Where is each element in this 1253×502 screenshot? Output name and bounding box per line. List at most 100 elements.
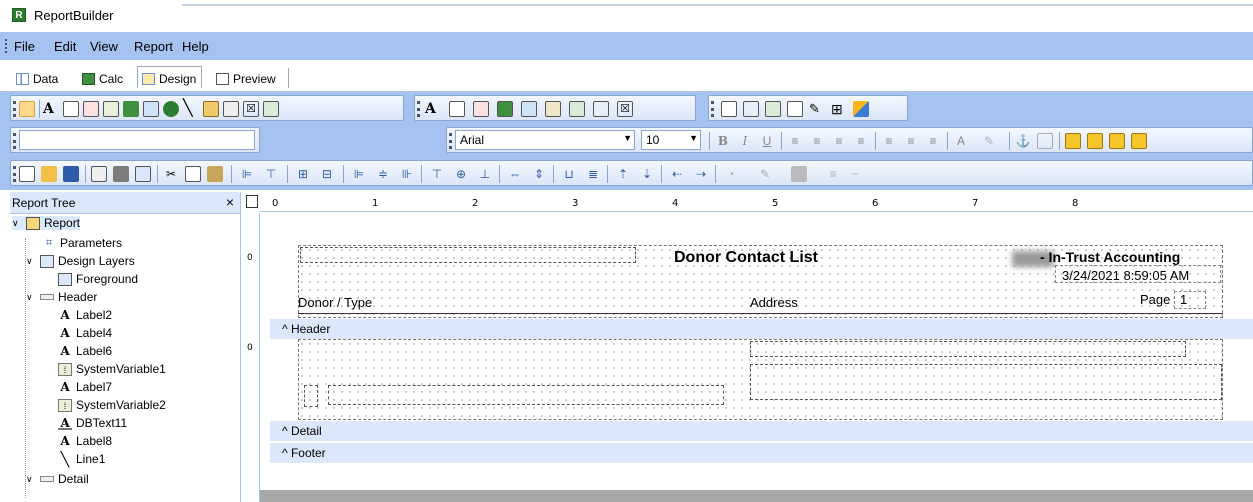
header-band-bar[interactable]: ^ Header: [270, 319, 1253, 339]
toolbar-grip[interactable]: [13, 133, 16, 149]
system-variable-tool-icon[interactable]: [103, 101, 119, 117]
tree-node-label2[interactable]: A Label2: [58, 308, 112, 322]
dbbarcode-tool-icon[interactable]: [545, 101, 561, 117]
copy-icon[interactable]: [185, 166, 201, 182]
toolbar-grip[interactable]: [13, 101, 16, 117]
barcode-tool-icon[interactable]: [223, 101, 239, 117]
align-left-icon[interactable]: ≡: [787, 133, 803, 149]
paint-box-tool-icon[interactable]: [787, 101, 803, 117]
map-tool-icon[interactable]: [853, 101, 869, 117]
align-center-icon[interactable]: ≡: [809, 133, 825, 149]
tab-preview[interactable]: Preview: [212, 66, 281, 88]
richtext-tool-icon[interactable]: [83, 101, 99, 117]
detail-field-donor[interactable]: [328, 385, 724, 405]
anchor-top-icon[interactable]: ≡: [881, 133, 897, 149]
chevron-down-icon[interactable]: ∨: [26, 292, 36, 303]
detail-band-bar[interactable]: ^ Detail: [270, 421, 1253, 441]
line-tool-icon[interactable]: ╲: [183, 101, 199, 117]
save-icon[interactable]: [63, 166, 79, 182]
tree-node-foreground[interactable]: Foreground: [58, 272, 138, 286]
close-icon[interactable]: ×: [226, 194, 234, 210]
datetime-variable[interactable]: 3/24/2021 8:59:05 AM: [1062, 268, 1189, 283]
print-icon[interactable]: [113, 166, 129, 182]
tree-node-label4[interactable]: A Label4: [58, 326, 112, 340]
menu-edit[interactable]: Edit: [54, 39, 76, 54]
line-style-icon[interactable]: ┄: [847, 166, 863, 182]
paste-icon[interactable]: [207, 166, 223, 182]
align-top-edges-icon[interactable]: ⊤: [429, 166, 445, 182]
underline-icon[interactable]: U: [759, 133, 775, 149]
make-same-height-icon[interactable]: ≣: [585, 166, 601, 182]
tab-design[interactable]: Design: [137, 66, 203, 88]
chevron-down-icon[interactable]: ∨: [26, 256, 36, 267]
align-horizontal-centers-icon[interactable]: ≑: [375, 166, 391, 182]
align-tops-icon[interactable]: ⊤: [263, 166, 279, 182]
make-same-width-icon[interactable]: ⊔: [561, 166, 577, 182]
font-color-icon[interactable]: A: [953, 133, 969, 149]
table-grid-tool-icon[interactable]: ⊞: [831, 101, 847, 117]
tree-node-label8[interactable]: A Label8: [58, 434, 112, 448]
bold-icon[interactable]: B: [715, 133, 731, 149]
chevron-down-icon[interactable]: ∨: [26, 474, 36, 485]
align-left-edges-icon[interactable]: ⊫: [351, 166, 367, 182]
anchor-middle-icon[interactable]: ≡: [903, 133, 919, 149]
send-to-back-icon[interactable]: [1087, 133, 1103, 149]
align-vertical-centers-icon[interactable]: ⊕: [453, 166, 469, 182]
select-cursor-icon[interactable]: [19, 101, 35, 117]
toolbar-grip[interactable]: [449, 133, 452, 149]
menu-view[interactable]: View: [90, 39, 118, 54]
send-backward-icon[interactable]: [1131, 133, 1147, 149]
space-horizontally-icon[interactable]: ⇔: [507, 166, 523, 182]
footer-band-bar[interactable]: ^ Footer: [270, 443, 1253, 463]
toolbar-grip[interactable]: [711, 101, 714, 117]
tab-data[interactable]: Data: [12, 66, 63, 88]
report-title-label[interactable]: Donor Contact List: [674, 249, 818, 267]
menu-report[interactable]: Report: [134, 39, 173, 54]
line-color-icon[interactable]: ✎: [757, 166, 773, 182]
design-canvas[interactable]: Donor Contact List - In-Trust Accounting…: [260, 213, 1253, 502]
dbrichtext-tool-icon[interactable]: [473, 101, 489, 117]
bring-forward-icon[interactable]: [1109, 133, 1125, 149]
font-size-select[interactable]: 10 ▼: [641, 130, 701, 150]
align-right-edges-icon[interactable]: ⊪: [399, 166, 415, 182]
nudge-up-icon[interactable]: ⇡: [615, 166, 631, 182]
menu-grip[interactable]: [5, 39, 7, 53]
page-number-box[interactable]: [1174, 291, 1206, 309]
highlight-color-icon[interactable]: ✎: [981, 133, 997, 149]
line-thickness-icon[interactable]: ≡: [825, 166, 841, 182]
tree-node-dbtext11[interactable]: A DBText11: [58, 416, 127, 430]
nudge-left-icon[interactable]: ⇠: [669, 166, 685, 182]
image-tool-icon[interactable]: [143, 101, 159, 117]
tree-node-label6[interactable]: A Label6: [58, 344, 112, 358]
page-label[interactable]: Page: [1140, 292, 1170, 307]
column-header-address[interactable]: Address: [750, 295, 798, 310]
dbmemo-tool-icon[interactable]: [449, 101, 465, 117]
nudge-right-icon[interactable]: ⇢: [693, 166, 709, 182]
dbimage-tool-icon[interactable]: [521, 101, 537, 117]
page-break-tool-icon[interactable]: [765, 101, 781, 117]
border-icon[interactable]: [1037, 133, 1053, 149]
open-folder-icon[interactable]: [41, 166, 57, 182]
toolbar-grip[interactable]: [13, 166, 16, 182]
dropper-tool-icon[interactable]: ✎: [809, 101, 825, 117]
nudge-down-icon[interactable]: ⇣: [639, 166, 655, 182]
shape-tool-icon[interactable]: [163, 101, 179, 117]
italic-icon[interactable]: I: [737, 133, 753, 149]
align-right-icon[interactable]: ≡: [831, 133, 847, 149]
menu-help[interactable]: Help: [182, 39, 209, 54]
fill-color-icon[interactable]: ◔: [723, 166, 739, 182]
dbcheckbox-tool-icon[interactable]: [593, 101, 609, 117]
dbtext-tool-icon[interactable]: A: [425, 101, 441, 117]
tree-node-systemvariable2[interactable]: ⁞ SystemVariable2: [58, 398, 166, 412]
memo-tool-icon[interactable]: [63, 101, 79, 117]
dbcalc-tool-icon[interactable]: [497, 101, 513, 117]
label-tool-icon[interactable]: A: [43, 101, 59, 117]
tab-calc[interactable]: Calc: [78, 66, 128, 88]
detail-field-type-marker[interactable]: [304, 385, 318, 407]
space-vertically-icon[interactable]: ⇕: [531, 166, 547, 182]
menu-file[interactable]: File: [14, 39, 35, 54]
page-number-variable[interactable]: 1: [1180, 292, 1187, 307]
region-tool-icon[interactable]: [721, 101, 737, 117]
anchor-icon[interactable]: ⚓: [1015, 133, 1031, 149]
gradient-icon[interactable]: [791, 166, 807, 182]
